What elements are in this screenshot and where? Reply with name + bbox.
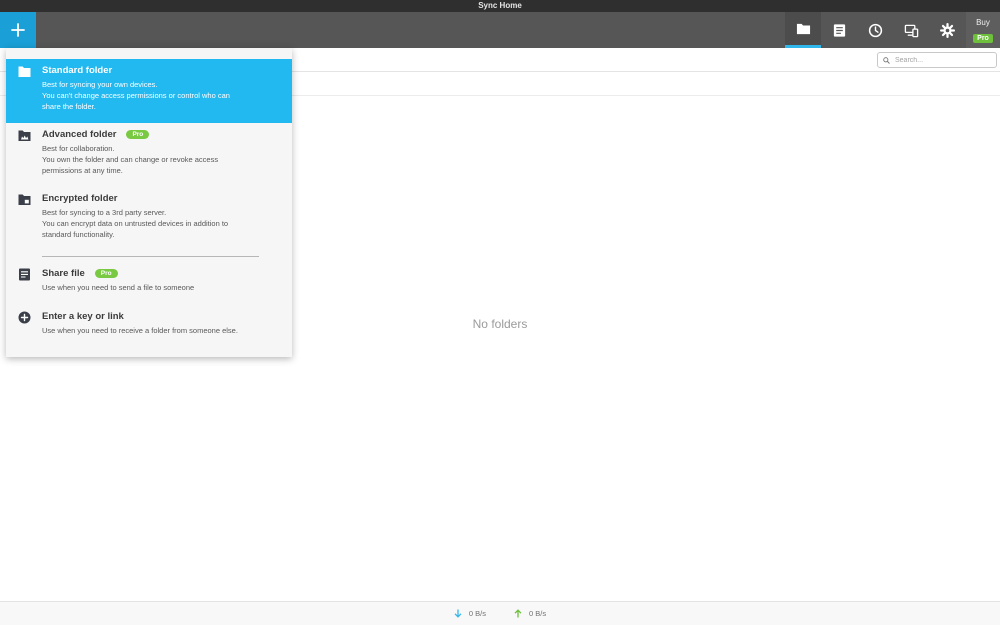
menu-item-description: Use when you need to send a file to some… (42, 283, 195, 292)
menu-item-title: Enter a key or link (42, 311, 124, 322)
search-input[interactable] (895, 56, 995, 64)
add-button[interactable] (0, 12, 36, 48)
menu-item-share-file[interactable]: Share file Pro Use when you need to send … (6, 262, 292, 302)
menu-item-enter-key-or-link[interactable]: Enter a key or link Use when you need to… (6, 305, 292, 345)
menu-item-description: Best for collaboration. You own the fold… (42, 144, 219, 175)
devices-icon (904, 24, 918, 37)
share-file-icon (18, 268, 31, 281)
window-title: Sync Home (0, 0, 1000, 12)
devices-tab[interactable] (893, 12, 929, 48)
gear-icon (939, 22, 955, 38)
menu-item-title: Advanced folder Pro (42, 129, 150, 140)
menu-item-advanced-folder[interactable]: Advanced folder Pro Best for collaboratio… (6, 123, 292, 187)
history-tab[interactable] (857, 12, 893, 48)
add-menu: Standard folder Best for syncing your ow… (6, 48, 292, 357)
plus-circle-icon (18, 311, 31, 324)
menu-item-title: Share file Pro (42, 268, 118, 279)
search-icon (883, 56, 890, 64)
files-tab[interactable] (821, 12, 857, 48)
menu-item-encrypted-folder[interactable]: Encrypted folder Best for syncing to a 3… (6, 187, 292, 251)
menu-item-title: Encrypted folder (42, 193, 118, 204)
encrypted-folder-icon (18, 193, 31, 206)
arrow-up-icon (514, 609, 522, 618)
toolbar: Buy Pro (0, 12, 1000, 48)
document-icon (833, 23, 845, 37)
clock-icon (868, 23, 882, 37)
arrow-down-icon (454, 609, 462, 618)
advanced-folder-icon (18, 129, 31, 142)
menu-item-description: Best for syncing to a 3rd party server. … (42, 208, 229, 239)
pro-badge: Pro (126, 130, 150, 139)
menu-item-description: Best for syncing your own devices. You c… (42, 80, 230, 111)
plus-icon (11, 23, 25, 37)
menu-item-description: Use when you need to receive a folder fr… (42, 326, 238, 335)
buy-pro-button[interactable]: Buy Pro (966, 12, 1000, 48)
search-box[interactable] (877, 52, 997, 68)
download-rate: 0 B/s (454, 609, 486, 618)
upload-rate: 0 B/s (514, 609, 546, 618)
menu-item-standard-folder[interactable]: Standard folder Best for syncing your ow… (6, 59, 292, 123)
folders-tab[interactable] (785, 12, 821, 48)
settings-tab[interactable] (929, 12, 965, 48)
menu-divider (42, 256, 259, 257)
folder-icon (18, 65, 31, 78)
pro-badge: Pro (973, 34, 993, 43)
buy-label: Buy (976, 18, 990, 27)
status-bar: 0 B/s 0 B/s (0, 601, 1000, 625)
pro-badge: Pro (94, 269, 118, 278)
menu-item-title: Standard folder (42, 65, 113, 76)
folder-icon (796, 23, 810, 35)
